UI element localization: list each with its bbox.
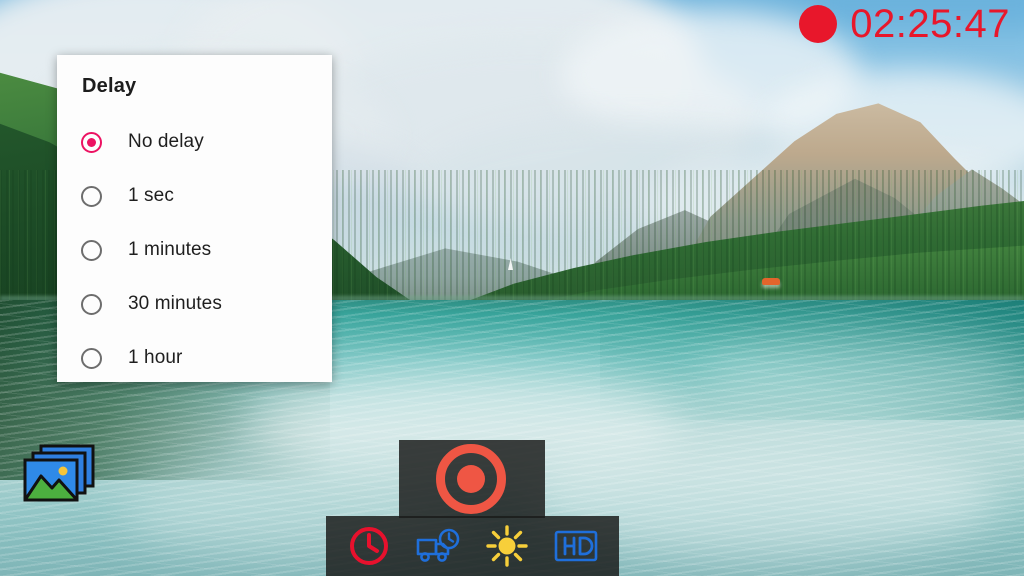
delay-timer-button[interactable]: [346, 523, 392, 569]
delay-option-30-minutes[interactable]: 30 minutes: [57, 277, 332, 331]
delay-option-no-delay[interactable]: No delay: [57, 115, 332, 169]
camera-preview-screen: 02:25:47 Delay No delay 1 sec 1 minutes …: [0, 0, 1024, 576]
delay-option-list: No delay 1 sec 1 minutes 30 minutes 1 ho…: [57, 115, 332, 385]
gallery-button[interactable]: [21, 444, 99, 506]
delay-option-1-minutes[interactable]: 1 minutes: [57, 223, 332, 277]
truck-clock-icon: [416, 528, 460, 562]
elapsed-time-label: 02:25:47: [850, 2, 1010, 46]
video-quality-button[interactable]: [553, 523, 599, 569]
delay-dialog[interactable]: Delay No delay 1 sec 1 minutes 30 minute…: [57, 55, 332, 382]
sun-icon: [486, 525, 528, 567]
hd-icon: [555, 530, 598, 562]
boat: [762, 278, 780, 285]
delay-option-label: No delay: [128, 131, 204, 152]
radio-button[interactable]: [81, 293, 102, 315]
delay-option-label: 30 minutes: [128, 293, 222, 314]
camera-toolbar: [326, 516, 619, 576]
radio-button[interactable]: [81, 131, 102, 153]
photo-stack-icon: [23, 444, 95, 502]
delay-option-1-hour[interactable]: 1 hour: [57, 331, 332, 385]
clock-icon: [349, 527, 388, 565]
delay-option-label: 1 hour: [128, 347, 183, 368]
water-glare: [700, 330, 1020, 410]
delay-option-label: 1 sec: [128, 185, 174, 206]
record-dot-icon: [799, 5, 838, 43]
time-lapse-button[interactable]: [415, 523, 461, 569]
radio-button[interactable]: [81, 185, 102, 207]
brightness-button[interactable]: [484, 523, 530, 569]
record-button[interactable]: [436, 444, 506, 514]
dialog-title: Delay: [82, 75, 137, 97]
recording-timer: 02:25:47: [799, 4, 1010, 44]
delay-option-label: 1 minutes: [128, 239, 212, 260]
radio-button[interactable]: [81, 239, 102, 261]
radio-button[interactable]: [81, 347, 102, 369]
delay-option-1-sec[interactable]: 1 sec: [57, 169, 332, 223]
